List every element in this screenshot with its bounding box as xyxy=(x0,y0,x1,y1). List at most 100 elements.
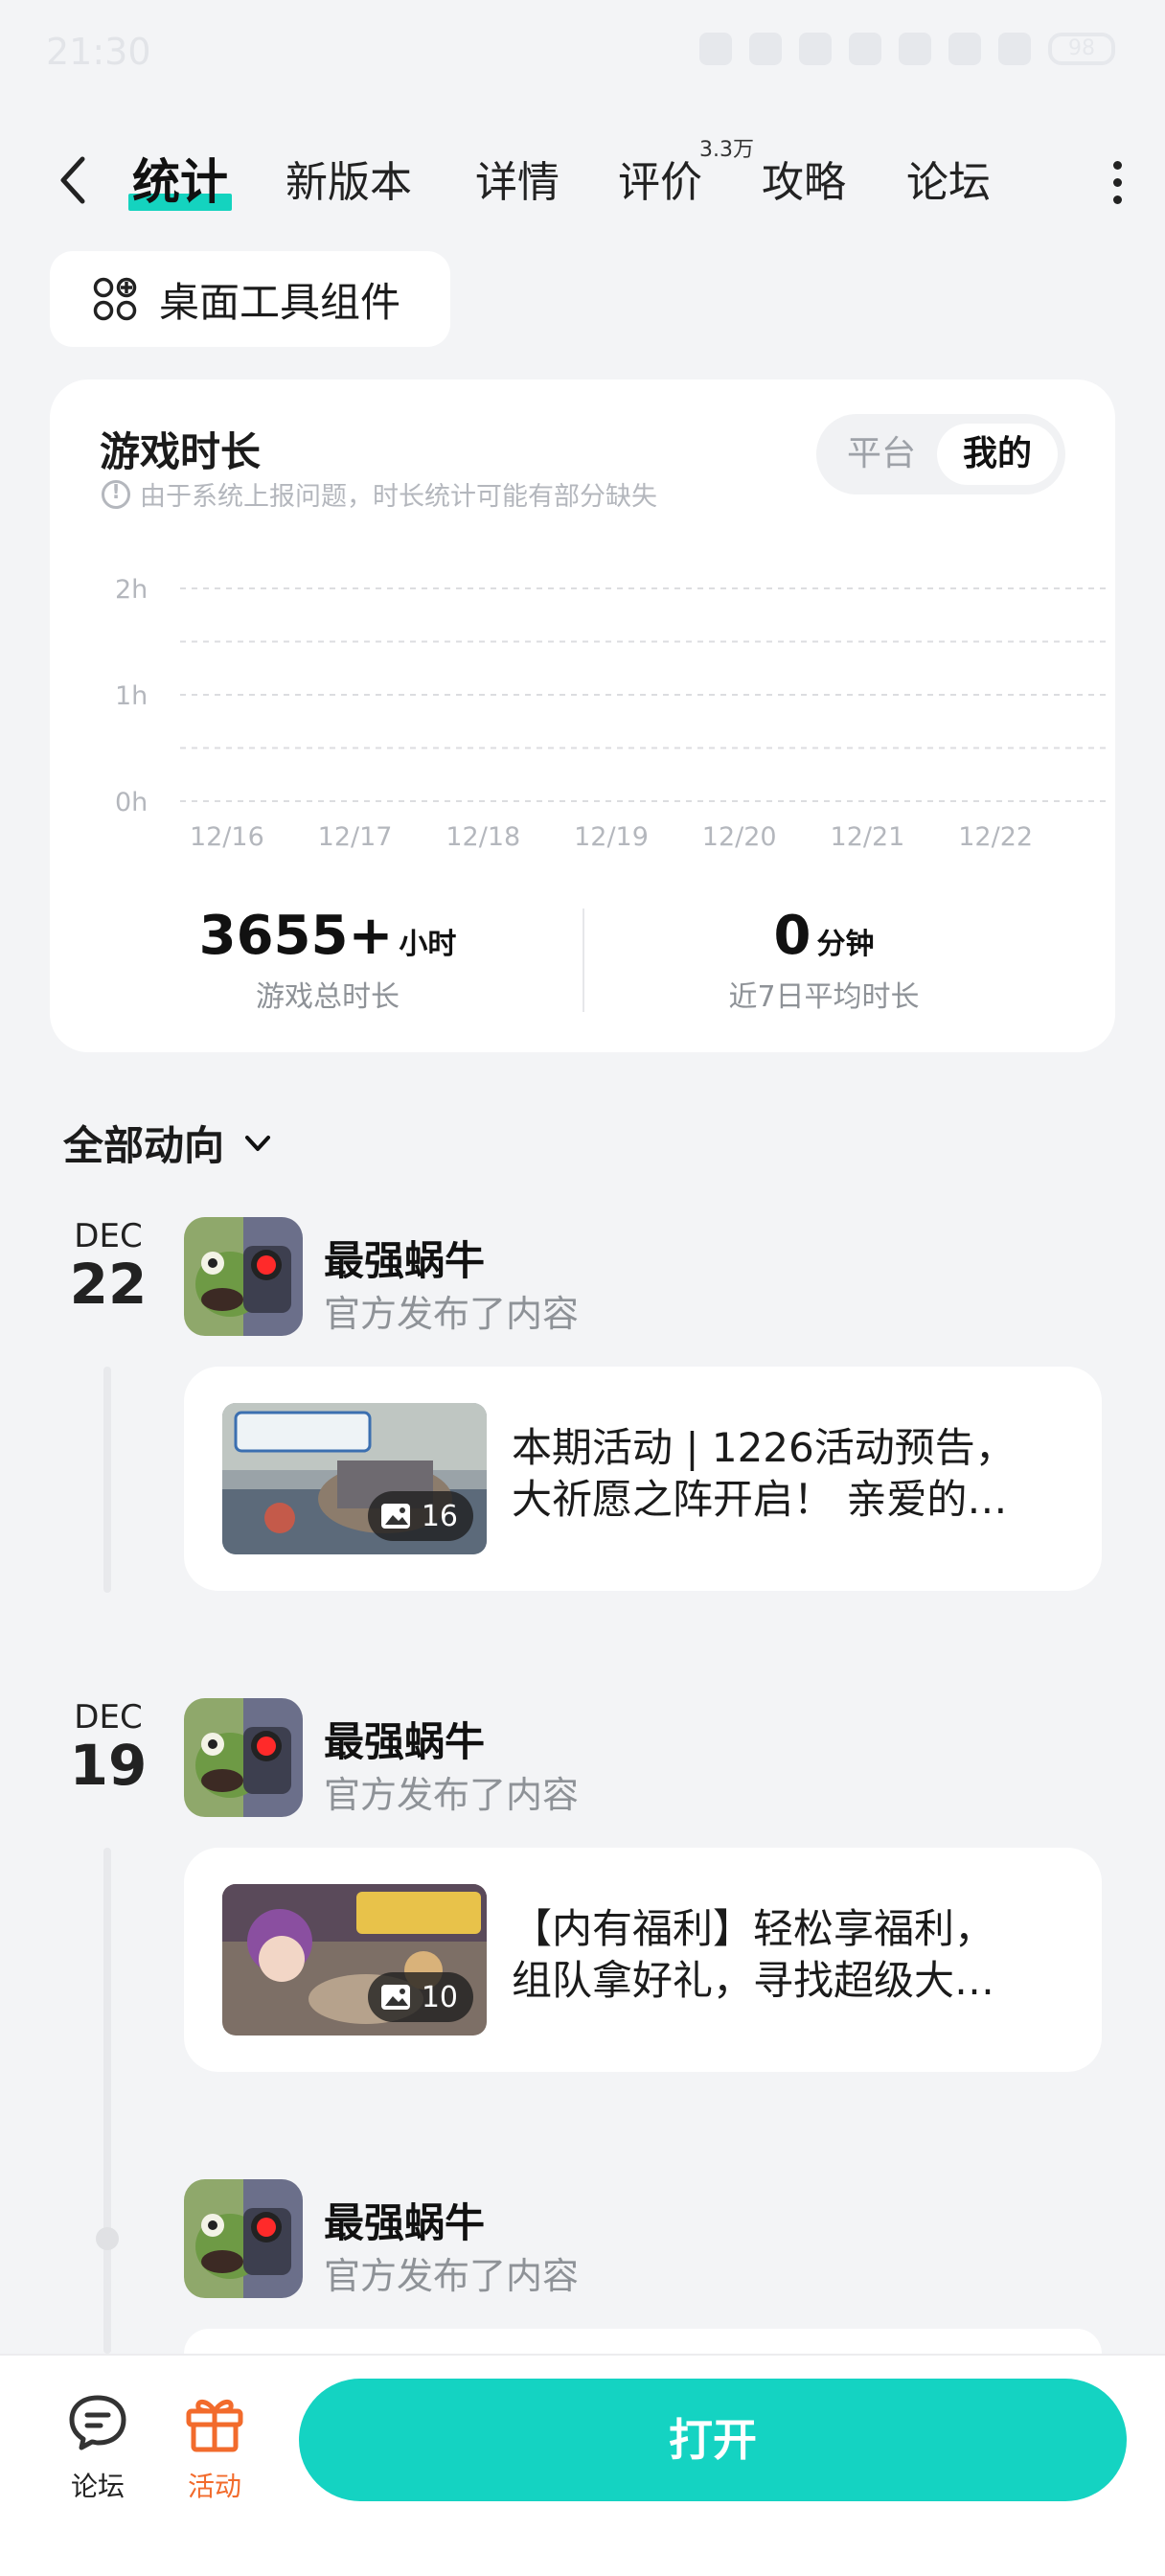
average-play-time: 0 分钟 近7日平均时长 xyxy=(584,905,1063,1015)
chart-y-tick: 0h xyxy=(115,788,148,817)
tab-label: 统计 xyxy=(132,154,228,210)
post-action: 官方发布了内容 xyxy=(324,1774,580,1816)
post-author[interactable]: 最强蜗牛 xyxy=(324,2191,485,2249)
reviews-count-badge: 3.3万 xyxy=(699,138,754,162)
post-text-line: 大祈愿之阵开启！ 亲爱的… xyxy=(512,1476,1008,1523)
vibrate-icon xyxy=(749,33,782,65)
activity-button[interactable]: 活动 xyxy=(167,2390,263,2504)
wifi-icon xyxy=(849,33,881,65)
timeline-dot xyxy=(96,2227,119,2250)
scope-toggle: 平台 我的 xyxy=(816,414,1065,494)
chart-y-tick: 1h xyxy=(115,681,148,711)
forum-label: 论坛 xyxy=(70,2471,125,2502)
tab-guides[interactable]: 攻略 xyxy=(762,148,846,209)
post-action: 官方发布了内容 xyxy=(324,1293,580,1335)
tab-label: 详情 xyxy=(475,158,560,207)
avatar[interactable] xyxy=(184,2179,303,2298)
signal-icon xyxy=(948,33,981,65)
open-game-button[interactable]: 打开 xyxy=(299,2379,1127,2501)
average-label: 近7日平均时长 xyxy=(728,980,920,1014)
status-bar: 21:30 98 xyxy=(0,0,1165,96)
status-icons: 98 xyxy=(699,33,1115,65)
post-text-line: 【内有福利】轻松享福利， xyxy=(512,1905,995,1952)
toggle-platform[interactable]: 平台 xyxy=(824,424,939,485)
chart-x-tick: 12/18 xyxy=(445,822,520,852)
tab-label: 评价 xyxy=(618,158,702,207)
post-text: 本期活动 | 1226活动预告， 大祈愿之阵开启！ 亲爱的… xyxy=(512,1422,1067,1526)
chart-y-tick: 2h xyxy=(115,575,148,605)
alarm-icon xyxy=(699,33,732,65)
entry-month: DEC xyxy=(74,1698,143,1736)
image-count-badge: 10 xyxy=(367,1972,473,2022)
feed-filter-dropdown[interactable]: 全部动向 xyxy=(63,1114,272,1172)
chart-x-tick: 12/21 xyxy=(831,822,905,852)
play-time-chart: 0h 1h 2h 12/16 12/17 12/18 12/19 12/20 12/21 12/2… xyxy=(100,567,1115,874)
notice-text: 由于系统上报问题，时长统计可能有部分缺失 xyxy=(140,482,657,512)
post-card[interactable] xyxy=(184,2329,1102,2354)
post-author[interactable]: 最强蜗牛 xyxy=(324,1710,485,1768)
image-icon xyxy=(380,1985,410,2010)
top-nav: 统计 新版本 详情 评价 3.3万 攻略 论坛 xyxy=(0,134,1165,230)
tab-details[interactable]: 详情 xyxy=(475,148,560,209)
post-text-line: 组队拿好礼，寻找超级大… xyxy=(512,1957,995,2004)
post-thumbnail: 16 xyxy=(222,1403,487,1554)
entry-date: DEC 22 xyxy=(65,1217,151,1313)
total-play-time: 3655+ 小时 游戏总时长 xyxy=(88,905,567,1015)
tab-new-version[interactable]: 新版本 xyxy=(286,148,412,209)
tab-label: 攻略 xyxy=(762,158,846,207)
avatar[interactable] xyxy=(184,1217,303,1336)
post-author[interactable]: 最强蜗牛 xyxy=(324,1229,485,1287)
chart-x-tick: 12/16 xyxy=(190,822,264,852)
tab-label: 新版本 xyxy=(286,158,412,207)
battery-icon: 98 xyxy=(1048,33,1115,65)
entry-date: DEC 19 xyxy=(65,1698,151,1794)
snail-game-avatar xyxy=(184,2179,303,2298)
toggle-mine[interactable]: 我的 xyxy=(937,424,1058,485)
more-dot-icon xyxy=(1112,161,1122,170)
post-action: 官方发布了内容 xyxy=(324,2255,580,2297)
activity-label: 活动 xyxy=(187,2471,241,2502)
back-button[interactable] xyxy=(54,151,96,209)
timeline-line xyxy=(103,1848,111,2354)
gift-icon xyxy=(186,2400,243,2452)
average-unit: 分钟 xyxy=(816,928,875,961)
play-time-card: 游戏时长 由于系统上报问题，时长统计可能有部分缺失 平台 我的 0h 1h 2h 12… xyxy=(50,380,1115,1052)
post-card[interactable]: 10 【内有福利】轻松享福利， 组队拿好礼，寻找超级大… xyxy=(184,1848,1102,2072)
image-icon xyxy=(380,1504,410,1529)
entry-day: 19 xyxy=(69,1733,148,1798)
sim-icon xyxy=(899,33,931,65)
image-count: 10 xyxy=(421,1980,458,2014)
mute-icon xyxy=(799,33,832,65)
forum-button[interactable]: 论坛 xyxy=(50,2390,146,2504)
total-label: 游戏总时长 xyxy=(256,980,400,1014)
total-unit: 小时 xyxy=(399,928,457,961)
entry-month: DEC xyxy=(74,1217,143,1255)
image-count-badge: 16 xyxy=(367,1491,473,1541)
widgets-icon xyxy=(93,277,137,321)
chart-x-tick: 12/20 xyxy=(702,822,777,852)
tab-forum[interactable]: 论坛 xyxy=(906,148,991,209)
more-dot-icon xyxy=(1112,178,1122,187)
more-menu-button[interactable] xyxy=(1108,157,1127,205)
feed-filter-label: 全部动向 xyxy=(63,1122,225,1169)
chart-x-tick: 12/22 xyxy=(958,822,1033,852)
tab-label: 论坛 xyxy=(906,158,991,207)
tab-reviews[interactable]: 评价 xyxy=(618,148,702,209)
post-card[interactable]: 16 本期活动 | 1226活动预告， 大祈愿之阵开启！ 亲爱的… xyxy=(184,1367,1102,1591)
card-title: 游戏时长 xyxy=(100,428,262,475)
snail-game-avatar xyxy=(184,1698,303,1817)
post-text-line: 本期活动 | 1226活动预告， xyxy=(512,1424,1016,1471)
bottom-bar: 论坛 活动 打开 xyxy=(0,2354,1165,2576)
post-thumbnail: 10 xyxy=(222,1884,487,2036)
post-text: 【内有福利】轻松享福利， 组队拿好礼，寻找超级大… xyxy=(512,1903,1067,2007)
snail-game-avatar xyxy=(184,1217,303,1336)
data-notice: 由于系统上报问题，时长统计可能有部分缺失 xyxy=(102,475,657,513)
chevron-down-icon xyxy=(245,1135,271,1151)
status-time: 21:30 xyxy=(46,31,151,73)
signal-2-icon xyxy=(998,33,1031,65)
more-dot-icon xyxy=(1112,196,1122,204)
desktop-widget-button[interactable]: 桌面工具组件 xyxy=(50,251,450,347)
info-icon xyxy=(102,479,130,509)
tab-stats[interactable]: 统计 xyxy=(128,144,232,213)
avatar[interactable] xyxy=(184,1698,303,1817)
